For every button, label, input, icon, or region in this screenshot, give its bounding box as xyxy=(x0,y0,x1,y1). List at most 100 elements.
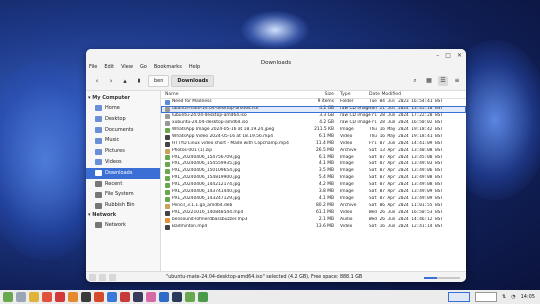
column-date-modified[interactable]: Date Modified xyxy=(369,91,449,98)
file-name: bensound-lofinerdbassbuzzer.mp3 xyxy=(172,216,248,222)
sidebar-item-documents[interactable]: Documents xyxy=(86,125,160,136)
video-icon xyxy=(165,210,170,216)
menu-help[interactable]: Help xyxy=(189,64,200,70)
menu-go[interactable]: Go xyxy=(140,64,147,70)
menu-bookmarks[interactable]: Bookmarks xyxy=(154,64,182,70)
file-row[interactable]: HTTYD Linux video short - Made with Clip… xyxy=(161,141,466,148)
breadcrumb-ben[interactable]: ben xyxy=(148,75,170,87)
file-row[interactable]: ubuntu-mate-24.04-desktop-amd64.iso 4.2 G… xyxy=(161,105,466,113)
volume-icon[interactable]: ◔ xyxy=(511,294,515,300)
file-row[interactable]: WhatsApp Image 2024-05-16 at 18.19.24.jp… xyxy=(161,127,466,134)
sidebar-item-home[interactable]: Home xyxy=(86,103,160,114)
app-blue2-icon[interactable] xyxy=(159,292,169,302)
icon-view-icon[interactable]: ▦ xyxy=(424,76,434,86)
app-orange-icon[interactable] xyxy=(68,292,78,302)
app-red2-icon[interactable] xyxy=(120,292,130,302)
file-row[interactable]: PXL_20240406_143741440.jpg 3.8 MB Image Sat… xyxy=(161,189,466,196)
search-icon[interactable]: ⌕ xyxy=(410,76,420,86)
file-name-cell: Badminton.mp4 xyxy=(161,224,309,231)
file-row[interactable]: PXL_20240406_144212174.jpg 4.2 MB Image Sat… xyxy=(161,182,466,189)
file-name: Photos-001 (1).zip xyxy=(172,147,213,153)
compact-view-icon[interactable]: ≡ xyxy=(452,76,462,86)
forward-arrow-icon[interactable]: › xyxy=(104,77,118,85)
file-row[interactable]: Pencil_3.1.1.ga_amd64.deb 80.2 MB Archive S… xyxy=(161,203,466,210)
file-name-cell: PXL_20240406_154819900.jpg xyxy=(161,175,309,182)
clock[interactable]: 14:05 xyxy=(521,294,535,300)
media-icon[interactable] xyxy=(94,292,104,302)
file-manager-window: Downloads – □ ✕ File Edit View Go Bookma… xyxy=(86,49,466,282)
file-row[interactable]: PXL_20240406_154559935.jpg 4.1 MB Image Sat… xyxy=(161,161,466,168)
chrome-icon[interactable] xyxy=(29,292,39,302)
app-green-icon[interactable] xyxy=(198,292,208,302)
file-row[interactable]: Badminton.mp4 13.6 MB Video Sat 16 Jun 2024… xyxy=(161,224,466,231)
file-row[interactable]: Photos-001 (1).zip 26.5 MB Archive Sat 13 A… xyxy=(161,148,466,155)
file-date-modified: Thu 16 May 2024 19:18:42 BST xyxy=(369,126,444,132)
opera-icon[interactable] xyxy=(55,292,65,302)
mint-menu-icon[interactable] xyxy=(3,292,13,302)
file-row[interactable]: lubuntu-24.04-desktop-amd64.iso 3.3 GB raw… xyxy=(161,113,466,120)
toggle-location-icon[interactable]: ▮ xyxy=(132,78,146,84)
image-icon xyxy=(165,169,170,175)
sidebar-section-header[interactable]: ▾ My Computer xyxy=(86,94,160,103)
sidebar-item-network[interactable]: Network xyxy=(86,220,160,231)
sidebar-item-pictures[interactable]: Pictures xyxy=(86,146,160,157)
close-icon[interactable]: ✕ xyxy=(457,51,462,60)
file-row[interactable]: WhatsApp Video 2024-05-16 at 18.19.56.mp… xyxy=(161,134,466,141)
app-red-icon[interactable] xyxy=(42,292,52,302)
sidebar-item-label: Desktop xyxy=(105,115,126,122)
file-row[interactable]: PXL_20240406_154756709.jpg 6.1 MB Image Sat… xyxy=(161,155,466,162)
file-name-cell: lubuntu-24.04-desktop-amd64.iso xyxy=(161,113,309,120)
sidebar-item-recent[interactable]: Recent xyxy=(86,179,160,190)
app-dark-icon[interactable] xyxy=(133,292,143,302)
sidebar-item-label: Network xyxy=(105,221,126,228)
disc-image-icon xyxy=(165,113,170,119)
steam-icon[interactable] xyxy=(172,292,182,302)
sidebar-item-desktop[interactable]: Desktop xyxy=(86,114,160,125)
file-type: Image xyxy=(340,161,354,167)
menu-file[interactable]: File xyxy=(89,64,97,70)
file-row[interactable]: bensound-lofinerdbassbuzzer.mp3 2.1 MB Aud… xyxy=(161,217,466,224)
file-row[interactable]: PXL_20221016_140848544.mp4 61.1 MB Video We… xyxy=(161,210,466,217)
back-arrow-icon[interactable]: ‹ xyxy=(90,77,104,85)
toggle-sidebar-icon[interactable] xyxy=(89,274,96,281)
menu-edit[interactable]: Edit xyxy=(104,64,114,70)
up-arrow-icon[interactable]: ▴ xyxy=(118,77,132,85)
column-name[interactable]: Name xyxy=(161,91,309,98)
minimize-icon[interactable]: – xyxy=(436,51,439,60)
list-view-icon[interactable]: ☰ xyxy=(438,76,448,86)
terminal-icon[interactable] xyxy=(81,292,91,302)
app-pink-icon[interactable] xyxy=(146,292,156,302)
folder-icon[interactable] xyxy=(185,292,195,302)
workspace-1[interactable] xyxy=(448,292,470,302)
column-type[interactable]: Type xyxy=(337,91,369,98)
menu-view[interactable]: View xyxy=(121,64,133,70)
app-blue-icon[interactable] xyxy=(107,292,117,302)
folder-icon xyxy=(165,99,170,105)
file-row[interactable]: PXL_20240406_154819900.jpg 5.4 MB Image Sat… xyxy=(161,175,466,182)
sidebar-item-downloads[interactable]: Downloads xyxy=(86,167,160,179)
places-icon[interactable] xyxy=(99,274,106,281)
workspace-2[interactable] xyxy=(475,292,497,302)
file-row[interactable]: PXL_20240406_150109654.jpg 3.5 MB Image Sat… xyxy=(161,168,466,175)
file-date-modified: Sat 07 Apr 2024 13:49:08 BST xyxy=(369,175,444,181)
file-row[interactable]: Need for Madness 9 items Folder Tue 04 Jul … xyxy=(161,99,466,106)
breadcrumb-downloads[interactable]: Downloads xyxy=(171,75,215,87)
sidebar-section-header[interactable]: ▾ Network xyxy=(86,211,160,220)
sidebar-item-music[interactable]: Music xyxy=(86,135,160,146)
maximize-icon[interactable]: □ xyxy=(445,51,451,60)
file-size: 211.5 KB xyxy=(314,126,334,132)
file-name: WhatsApp Image 2024-05-16 at 18.19.24.jp… xyxy=(172,126,275,132)
file-row[interactable]: PXL_20240406_143247129.jpg 4.1 MB Image Sat… xyxy=(161,196,466,203)
tree-icon[interactable] xyxy=(109,274,116,281)
file-type: Video xyxy=(340,210,353,215)
sidebar-item-rubbish-bin[interactable]: Rubbish Bin xyxy=(86,200,160,211)
sidebar-item-file-system[interactable]: File System xyxy=(86,189,160,200)
file-row[interactable]: xubuntu-24.04-desktop-amd64.iso 4.2 GB raw… xyxy=(161,120,466,127)
network-icon[interactable]: ⇅ xyxy=(502,294,506,300)
zoom-slider[interactable] xyxy=(424,277,460,279)
file-size: 3.3 GB xyxy=(319,112,334,118)
column-size[interactable]: Size xyxy=(309,91,337,98)
statusbar-buttons xyxy=(89,274,116,281)
show-desktop-icon[interactable] xyxy=(16,292,26,302)
sidebar-item-videos[interactable]: Videos xyxy=(86,157,160,168)
